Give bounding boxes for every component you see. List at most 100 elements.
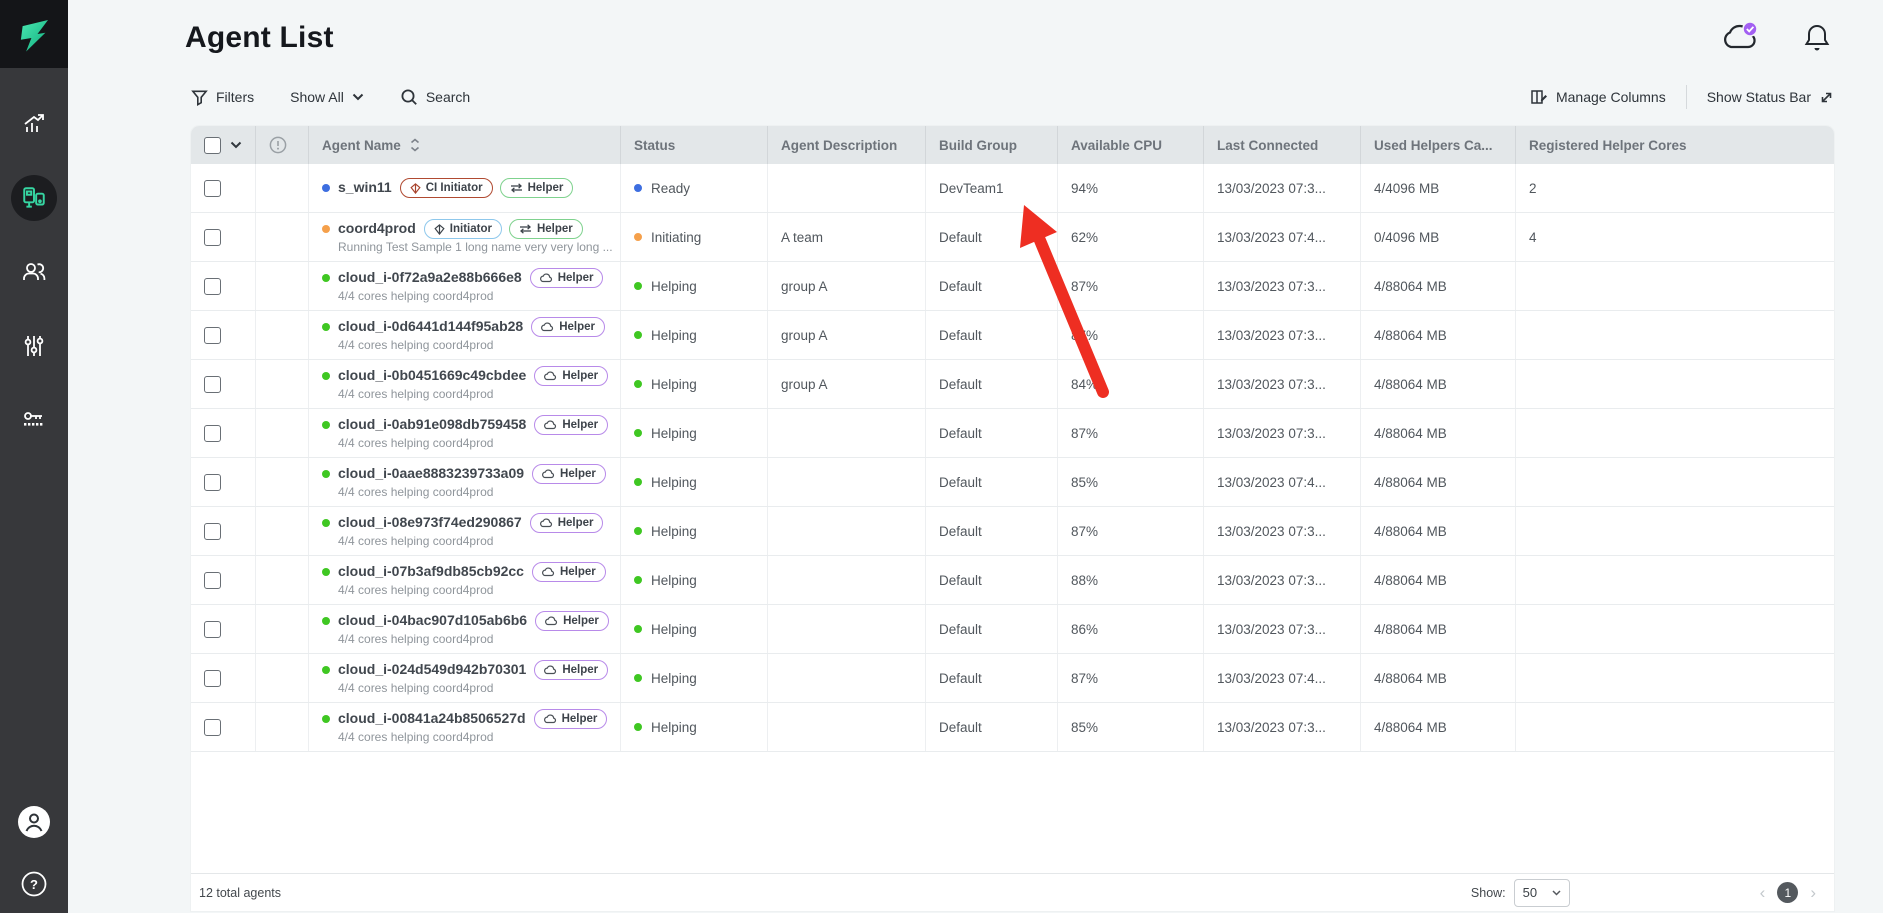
sidebar-item-settings[interactable]: [11, 323, 57, 369]
user-avatar[interactable]: [11, 799, 57, 845]
app-logo[interactable]: [0, 0, 68, 68]
row-description-cell: [768, 409, 926, 457]
cloud-sync-button[interactable]: [1721, 21, 1761, 55]
sliders-icon: [21, 333, 47, 359]
notifications-button[interactable]: [1803, 22, 1831, 54]
row-build-group-cell: DevTeam1: [926, 164, 1058, 212]
agent-name: coord4prod: [338, 220, 416, 238]
row-checkbox[interactable]: [204, 621, 221, 638]
row-cpu-cell: 86%: [1058, 605, 1204, 653]
table-row[interactable]: cloud_i-0b0451669c49cbdee Helper 4/4 cor…: [191, 360, 1834, 409]
filters-button[interactable]: Filters: [191, 89, 254, 106]
sidebar-item-users[interactable]: [11, 249, 57, 295]
row-alert-cell: [256, 458, 309, 506]
table-row[interactable]: cloud_i-0f72a9a2e88b666e8 Helper 4/4 cor…: [191, 262, 1834, 311]
table-row[interactable]: cloud_i-0aae8883239733a09 Helper 4/4 cor…: [191, 458, 1834, 507]
table-row[interactable]: coord4prod InitiatorHelper Running Test …: [191, 213, 1834, 262]
expand-icon: [1819, 90, 1834, 105]
select-menu-caret-icon[interactable]: [230, 141, 242, 149]
row-checkbox[interactable]: [204, 278, 221, 295]
search-button[interactable]: Search: [400, 88, 470, 106]
sidebar-item-dashboard[interactable]: [11, 101, 57, 147]
row-checkbox[interactable]: [204, 376, 221, 393]
row-checkbox[interactable]: [204, 474, 221, 491]
page-size-select[interactable]: 50: [1514, 879, 1570, 907]
toolbar: Filters Show All Search Manage Columns S…: [191, 82, 1834, 112]
row-checkbox[interactable]: [204, 572, 221, 589]
row-status-cell: Helping: [621, 458, 768, 506]
sidebar-item-license[interactable]: [11, 397, 57, 443]
select-all-checkbox[interactable]: [204, 137, 221, 154]
prev-page-button[interactable]: ‹: [1760, 884, 1766, 901]
row-name-cell: cloud_i-08e973f74ed290867 Helper 4/4 cor…: [309, 507, 621, 555]
agent-subtitle: Running Test Sample 1 long name very ver…: [338, 240, 613, 255]
agent-badges: Helper: [532, 562, 606, 582]
row-cpu-cell: 87%: [1058, 262, 1204, 310]
manage-columns-icon: [1530, 89, 1548, 105]
row-checkbox[interactable]: [204, 670, 221, 687]
table-row[interactable]: cloud_i-00841a24b8506527d Helper 4/4 cor…: [191, 703, 1834, 752]
row-select-cell: [191, 262, 256, 310]
manage-columns-button[interactable]: Manage Columns: [1530, 89, 1666, 105]
show-all-label: Show All: [290, 89, 344, 105]
row-description-cell: [768, 556, 926, 604]
show-all-dropdown[interactable]: Show All: [290, 89, 364, 105]
header-used-helpers[interactable]: Used Helpers Ca...: [1361, 126, 1516, 164]
table-row[interactable]: cloud_i-0d6441d144f95ab28 Helper 4/4 cor…: [191, 311, 1834, 360]
row-cpu-cell: 84%: [1058, 360, 1204, 408]
help-button[interactable]: ?: [11, 861, 57, 907]
row-used-helpers-cell: 4/88064 MB: [1361, 507, 1516, 555]
row-used-helpers-cell: 4/88064 MB: [1361, 409, 1516, 457]
table-row[interactable]: cloud_i-024d549d942b70301 Helper 4/4 cor…: [191, 654, 1834, 703]
row-checkbox[interactable]: [204, 719, 221, 736]
status-label: Ready: [651, 181, 690, 196]
row-registered-cores-cell: [1516, 654, 1834, 702]
cloud-icon: [544, 665, 557, 675]
status-label: Helping: [651, 524, 697, 539]
agent-badges: Helper: [530, 268, 604, 288]
show-status-bar-button[interactable]: Show Status Bar: [1707, 89, 1834, 105]
cloud-icon: [544, 371, 557, 381]
row-checkbox[interactable]: [204, 425, 221, 442]
table-row[interactable]: cloud_i-04bac907d105ab6b6 Helper 4/4 cor…: [191, 605, 1834, 654]
current-page-button[interactable]: 1: [1777, 882, 1798, 903]
status-label: Initiating: [651, 230, 701, 245]
header-description[interactable]: Agent Description: [768, 126, 926, 164]
header-registered-cores[interactable]: Registered Helper Cores: [1516, 126, 1834, 164]
header-agent-name[interactable]: Agent Name: [309, 126, 621, 164]
status-label: Helping: [651, 328, 697, 343]
row-alert-cell: [256, 703, 309, 751]
cloud-icon: [544, 420, 557, 430]
row-registered-cores-cell: [1516, 311, 1834, 359]
header-status[interactable]: Status: [621, 126, 768, 164]
initiator-kite-icon: [434, 224, 445, 235]
sidebar-item-agents[interactable]: [11, 175, 57, 221]
agent-status-dot: [322, 470, 330, 478]
sort-icon[interactable]: [410, 138, 420, 152]
row-description-cell: group A: [768, 262, 926, 310]
table-row[interactable]: s_win11 CI InitiatorHelper Ready DevTeam…: [191, 164, 1834, 213]
agent-status-dot: [322, 274, 330, 282]
agent-name: cloud_i-0b0451669c49cbdee: [338, 367, 526, 385]
row-checkbox[interactable]: [204, 523, 221, 540]
header-available-cpu[interactable]: Available CPU: [1058, 126, 1204, 164]
next-page-button[interactable]: ›: [1810, 884, 1816, 901]
agent-badges: InitiatorHelper: [424, 219, 583, 239]
row-checkbox[interactable]: [204, 229, 221, 246]
status-dot: [634, 674, 642, 682]
license-key-icon: [20, 407, 48, 433]
table-row[interactable]: cloud_i-07b3af9db85cb92cc Helper 4/4 cor…: [191, 556, 1834, 605]
header-last-connected[interactable]: Last Connected: [1204, 126, 1361, 164]
table-row[interactable]: cloud_i-08e973f74ed290867 Helper 4/4 cor…: [191, 507, 1834, 556]
agent-subtitle: 4/4 cores helping coord4prod: [338, 485, 606, 500]
row-description-cell: [768, 164, 926, 212]
row-checkbox[interactable]: [204, 327, 221, 344]
row-name-cell: s_win11 CI InitiatorHelper: [309, 164, 621, 212]
table-row[interactable]: cloud_i-0ab91e098db759458 Helper 4/4 cor…: [191, 409, 1834, 458]
row-build-group-cell: Default: [926, 703, 1058, 751]
row-name-cell: coord4prod InitiatorHelper Running Test …: [309, 213, 621, 261]
header-build-group[interactable]: Build Group: [926, 126, 1058, 164]
cloud-icon: [544, 714, 557, 724]
row-checkbox[interactable]: [204, 180, 221, 197]
row-build-group-cell: Default: [926, 605, 1058, 653]
